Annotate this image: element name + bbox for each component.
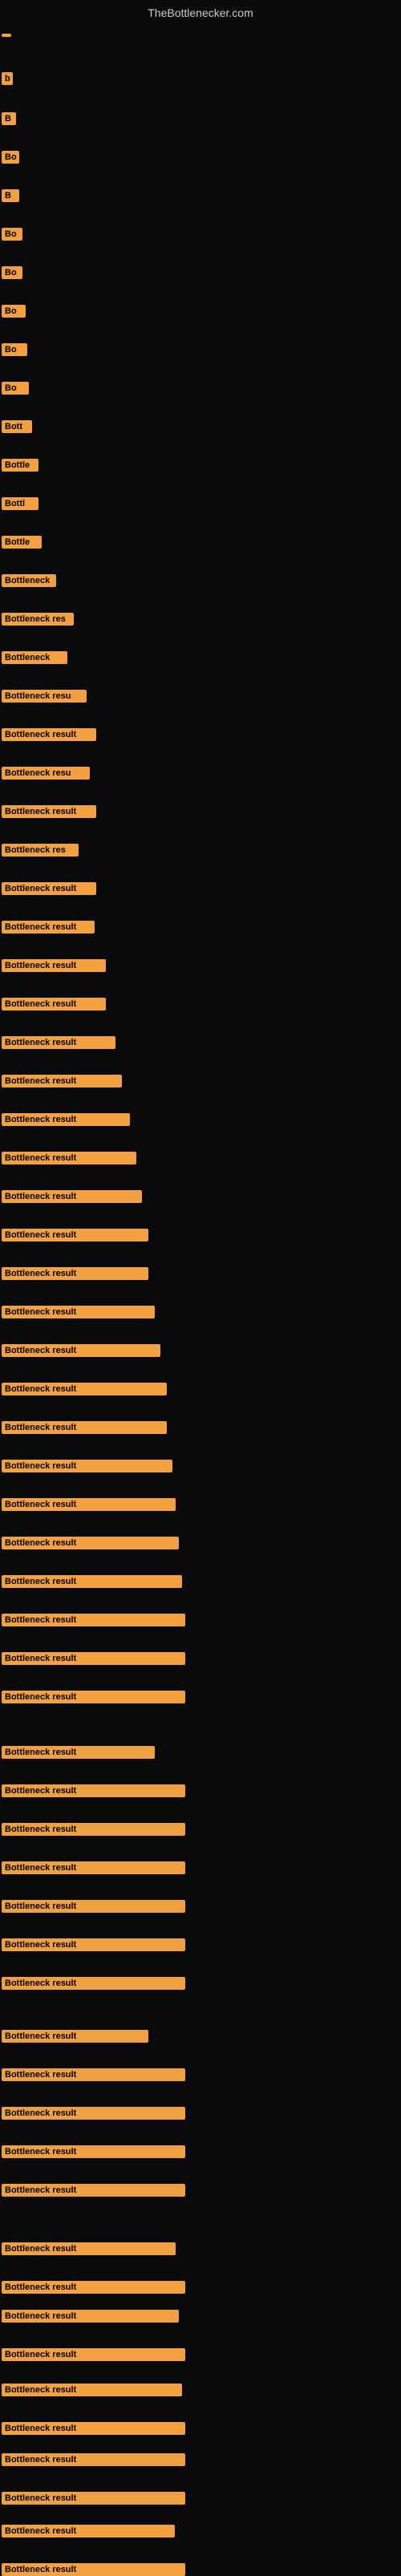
bottleneck-label-62: Bottleneck result <box>2 2422 185 2435</box>
bottleneck-label-19: Bottleneck result <box>2 728 96 741</box>
bottleneck-label-4: Bo <box>2 151 19 164</box>
bottleneck-label-16: Bottleneck res <box>2 613 74 626</box>
bottleneck-label-63: Bottleneck result <box>2 2453 185 2466</box>
bottleneck-label-49: Bottleneck result <box>2 1900 185 1913</box>
bottleneck-label-47: Bottleneck result <box>2 1823 185 1836</box>
bottleneck-label-38: Bottleneck result <box>2 1460 172 1472</box>
bottleneck-label-18: Bottleneck resu <box>2 690 87 703</box>
bottleneck-label-2: b <box>2 72 13 85</box>
bottleneck-label-25: Bottleneck result <box>2 959 106 972</box>
bottleneck-label-33: Bottleneck result <box>2 1267 148 1280</box>
bottleneck-label-65: Bottleneck result <box>2 2525 175 2538</box>
bottleneck-label-57: Bottleneck result <box>2 2242 176 2255</box>
bottleneck-label-26: Bottleneck result <box>2 998 106 1011</box>
bottleneck-label-6: Bo <box>2 228 22 241</box>
bottleneck-label-10: Bo <box>2 382 29 395</box>
bottleneck-label-3: B <box>2 112 16 125</box>
bottleneck-label-52: Bottleneck result <box>2 2030 148 2043</box>
bottleneck-label-34: Bottleneck result <box>2 1306 155 1318</box>
bottleneck-label-14: Bottle <box>2 536 42 549</box>
bottleneck-label-46: Bottleneck result <box>2 1784 185 1797</box>
bottleneck-label-66: Bottleneck result <box>2 2563 185 2576</box>
bottleneck-label-53: Bottleneck result <box>2 2068 185 2081</box>
bottleneck-label-56: Bottleneck result <box>2 2184 185 2197</box>
bottleneck-label-8: Bo <box>2 305 26 318</box>
bottleneck-label-23: Bottleneck result <box>2 882 96 895</box>
bottleneck-label-30: Bottleneck result <box>2 1152 136 1164</box>
bottleneck-label-36: Bottleneck result <box>2 1383 167 1395</box>
bottleneck-label-50: Bottleneck result <box>2 1938 185 1951</box>
bottleneck-label-15: Bottleneck <box>2 574 56 587</box>
bottleneck-label-37: Bottleneck result <box>2 1421 167 1434</box>
bottleneck-label-44: Bottleneck result <box>2 1691 185 1703</box>
bottleneck-label-58: Bottleneck result <box>2 2281 185 2294</box>
bottleneck-label-29: Bottleneck result <box>2 1113 130 1126</box>
bottleneck-label-54: Bottleneck result <box>2 2107 185 2120</box>
bottleneck-label-31: Bottleneck result <box>2 1190 142 1203</box>
bottleneck-label-13: Bottl <box>2 497 38 510</box>
bottleneck-label-64: Bottleneck result <box>2 2492 185 2505</box>
bottleneck-label-41: Bottleneck result <box>2 1575 182 1588</box>
bottleneck-label-22: Bottleneck res <box>2 844 79 857</box>
bottleneck-label-61: Bottleneck result <box>2 2384 182 2396</box>
bottleneck-label-7: Bo <box>2 266 22 279</box>
bottleneck-label-42: Bottleneck result <box>2 1614 185 1626</box>
bottleneck-label-60: Bottleneck result <box>2 2348 185 2361</box>
bottleneck-label-48: Bottleneck result <box>2 1861 185 1874</box>
bottleneck-label-28: Bottleneck result <box>2 1075 122 1088</box>
bottleneck-label-59: Bottleneck result <box>2 2310 179 2323</box>
bottleneck-label-32: Bottleneck result <box>2 1229 148 1241</box>
bottleneck-label-40: Bottleneck result <box>2 1537 179 1549</box>
bottleneck-label-11: Bott <box>2 420 32 433</box>
bottleneck-label-35: Bottleneck result <box>2 1344 160 1357</box>
bottleneck-label-27: Bottleneck result <box>2 1036 115 1049</box>
bottleneck-label-21: Bottleneck result <box>2 805 96 818</box>
bottleneck-label-9: Bo <box>2 343 27 356</box>
bottleneck-label-55: Bottleneck result <box>2 2145 185 2158</box>
bottleneck-label-24: Bottleneck result <box>2 921 95 934</box>
bottleneck-label-51: Bottleneck result <box>2 1977 185 1990</box>
bottleneck-label-39: Bottleneck result <box>2 1498 176 1511</box>
bottleneck-label-43: Bottleneck result <box>2 1652 185 1665</box>
bottleneck-label-1 <box>2 34 11 37</box>
site-title: TheBottlenecker.com <box>148 6 253 19</box>
bottleneck-label-20: Bottleneck resu <box>2 767 90 780</box>
bottleneck-label-5: B <box>2 189 19 202</box>
bottleneck-label-45: Bottleneck result <box>2 1746 155 1759</box>
bottleneck-label-17: Bottleneck <box>2 651 67 664</box>
bottleneck-label-12: Bottle <box>2 459 38 472</box>
